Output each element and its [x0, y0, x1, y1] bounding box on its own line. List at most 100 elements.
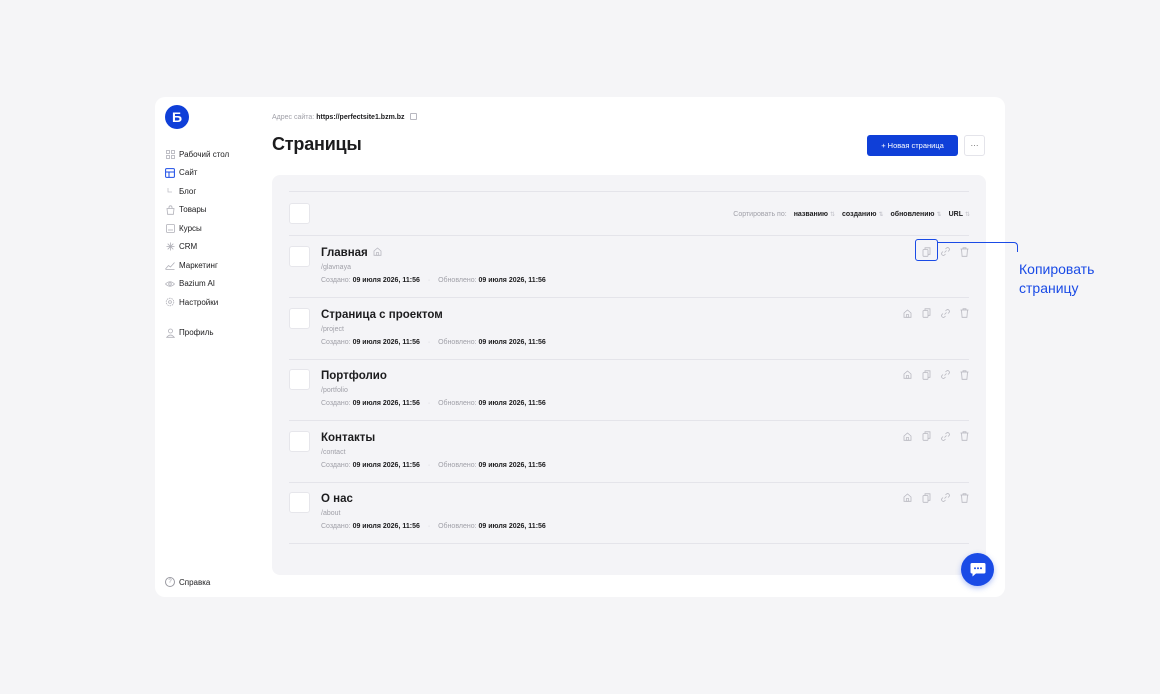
copy-icon[interactable]: [922, 369, 931, 380]
sort-by-updated[interactable]: обновлению ⇅: [890, 211, 941, 218]
created-label: Создано:: [321, 338, 351, 346]
page-path: /project: [321, 325, 344, 333]
select-all-checkbox[interactable]: [289, 203, 310, 224]
meta-separator: ·: [427, 523, 431, 530]
grid-icon: [165, 149, 175, 159]
sidebar-item-marketing[interactable]: Маркетинг: [165, 256, 255, 275]
row-checkbox[interactable]: [289, 307, 310, 329]
copy-icon[interactable]: [922, 308, 931, 318]
sort-arrow-icon: ⇅: [936, 212, 942, 218]
external-link-icon[interactable]: [410, 113, 418, 120]
page-name-text[interactable]: Главная: [321, 247, 368, 259]
page-name[interactable]: О нас: [321, 493, 353, 505]
meta-separator: ·: [427, 400, 431, 407]
created-label: Создано:: [321, 277, 351, 284]
page-meta: Создано: 09 июля 2026, 11:56 · Обновлено…: [321, 400, 546, 407]
sort-arrow-icon: ⇅: [830, 212, 836, 218]
table-row[interactable]: Главная /glavnaya Создано: 09 июля 2026,…: [289, 236, 969, 298]
sidebar-item-dashboard[interactable]: Рабочий стол: [165, 145, 255, 164]
row-actions: [903, 308, 969, 318]
sidebar-item-blog[interactable]: Блог: [165, 182, 255, 201]
link-icon[interactable]: [941, 431, 950, 441]
user-icon: [165, 328, 175, 338]
ai-icon: [165, 279, 175, 289]
page-path: /portfolio: [321, 387, 348, 394]
page-name[interactable]: Страница с проектом: [321, 309, 443, 321]
updated-date: 09 июля 2026, 11:56: [478, 461, 546, 469]
callout-line1: Копировать: [1019, 261, 1095, 277]
created-date: 09 июля 2026, 11:56: [352, 523, 420, 530]
row-checkbox[interactable]: [289, 369, 310, 390]
page-name-text[interactable]: Контакты: [321, 432, 375, 444]
row-checkbox[interactable]: [289, 492, 310, 513]
updated-date: 09 июля 2026, 11:56: [478, 277, 546, 284]
updated-date: 09 июля 2026, 11:56: [478, 400, 546, 407]
created-date: 09 июля 2026, 11:56: [352, 338, 420, 346]
row-checkbox[interactable]: [289, 246, 310, 267]
page-name-text[interactable]: Страница с проектом: [321, 309, 443, 321]
updated-label: Обновлено:: [438, 461, 477, 469]
page-name-text[interactable]: О нас: [321, 493, 353, 505]
table-row[interactable]: Страница с проектом /project Создано: 09…: [289, 298, 969, 360]
sidebar: Б Рабочий стол Сайт Блог Товары Курсы CR…: [155, 97, 255, 597]
copy-icon[interactable]: [922, 431, 931, 441]
sidebar-item-help[interactable]: ? Справка: [165, 577, 210, 587]
sidebar-item-label: Товары: [179, 205, 207, 215]
set-home-icon[interactable]: [903, 308, 912, 318]
row-checkbox[interactable]: [289, 430, 310, 452]
callout-line: [938, 242, 1018, 252]
table-row[interactable]: О нас /about Создано: 09 июля 2026, 11:5…: [289, 482, 969, 544]
set-home-icon[interactable]: [903, 370, 912, 379]
app-window: Б Рабочий стол Сайт Блог Товары Курсы CR…: [155, 97, 1005, 597]
link-icon[interactable]: [941, 308, 950, 318]
copy-icon[interactable]: [922, 492, 931, 503]
link-icon[interactable]: [941, 493, 950, 502]
trash-icon[interactable]: [960, 431, 969, 441]
chart-icon: [165, 260, 175, 270]
layout-icon: [165, 167, 175, 178]
trash-icon[interactable]: [960, 492, 969, 503]
page-name[interactable]: Контакты: [321, 432, 375, 444]
chat-button[interactable]: [961, 553, 994, 586]
new-page-button[interactable]: + Новая страница: [867, 135, 958, 156]
sidebar-item-courses[interactable]: Курсы: [165, 219, 255, 238]
callout-line2: страницу: [1019, 280, 1079, 296]
table-row[interactable]: Контакты /contact Создано: 09 июля 2026,…: [289, 421, 969, 483]
created-date: 09 июля 2026, 11:56: [352, 277, 420, 284]
updated-label: Обновлено:: [438, 523, 477, 530]
sidebar-item-products[interactable]: Товары: [165, 201, 255, 220]
created-label: Создано:: [321, 400, 351, 407]
sort-by-created[interactable]: созданию ⇅: [842, 211, 883, 218]
updated-label: Обновлено:: [438, 338, 477, 346]
page-meta: Создано: 09 июля 2026, 11:56 · Обновлено…: [321, 462, 546, 469]
bag-icon: [165, 205, 175, 215]
trash-icon[interactable]: [960, 369, 969, 380]
sort-label: Сортировать по:: [733, 211, 787, 218]
sidebar-item-settings[interactable]: Настройки: [165, 293, 255, 312]
set-home-icon[interactable]: [903, 431, 912, 441]
table-row[interactable]: Портфолио /portfolio Создано: 09 июля 20…: [289, 359, 969, 421]
sidebar-item-crm[interactable]: CRM: [165, 238, 255, 257]
trash-icon[interactable]: [960, 308, 969, 318]
logo[interactable]: Б: [165, 105, 189, 129]
meta-separator: ·: [427, 338, 431, 346]
row-actions: [903, 369, 969, 380]
set-home-icon[interactable]: [903, 493, 912, 502]
sidebar-item-bazium-ai[interactable]: Bazium AI: [165, 275, 255, 294]
row-actions: [903, 492, 969, 503]
more-options-button[interactable]: ···: [964, 135, 985, 156]
sidebar-item-site[interactable]: Сайт: [165, 164, 255, 183]
page-name[interactable]: Главная: [321, 247, 382, 259]
sidebar-item-label: Bazium AI: [179, 279, 216, 289]
sidebar-item-label: Настройки: [179, 297, 219, 307]
sidebar-item-profile[interactable]: Профиль: [165, 324, 255, 343]
link-icon[interactable]: [941, 370, 950, 379]
sort-by-url[interactable]: URL ⇅: [949, 211, 970, 218]
sidebar-nav: Рабочий стол Сайт Блог Товары Курсы CRM …: [165, 145, 255, 342]
sidebar-item-label: CRM: [179, 242, 198, 252]
sort-arrow-icon: ⇅: [964, 212, 970, 218]
page-name-text[interactable]: Портфолио: [321, 370, 387, 382]
site-address-url[interactable]: https://perfectsite1.bzm.bz: [316, 114, 404, 121]
page-name[interactable]: Портфолио: [321, 370, 387, 382]
sort-by-name[interactable]: названию ⇅: [794, 211, 835, 218]
